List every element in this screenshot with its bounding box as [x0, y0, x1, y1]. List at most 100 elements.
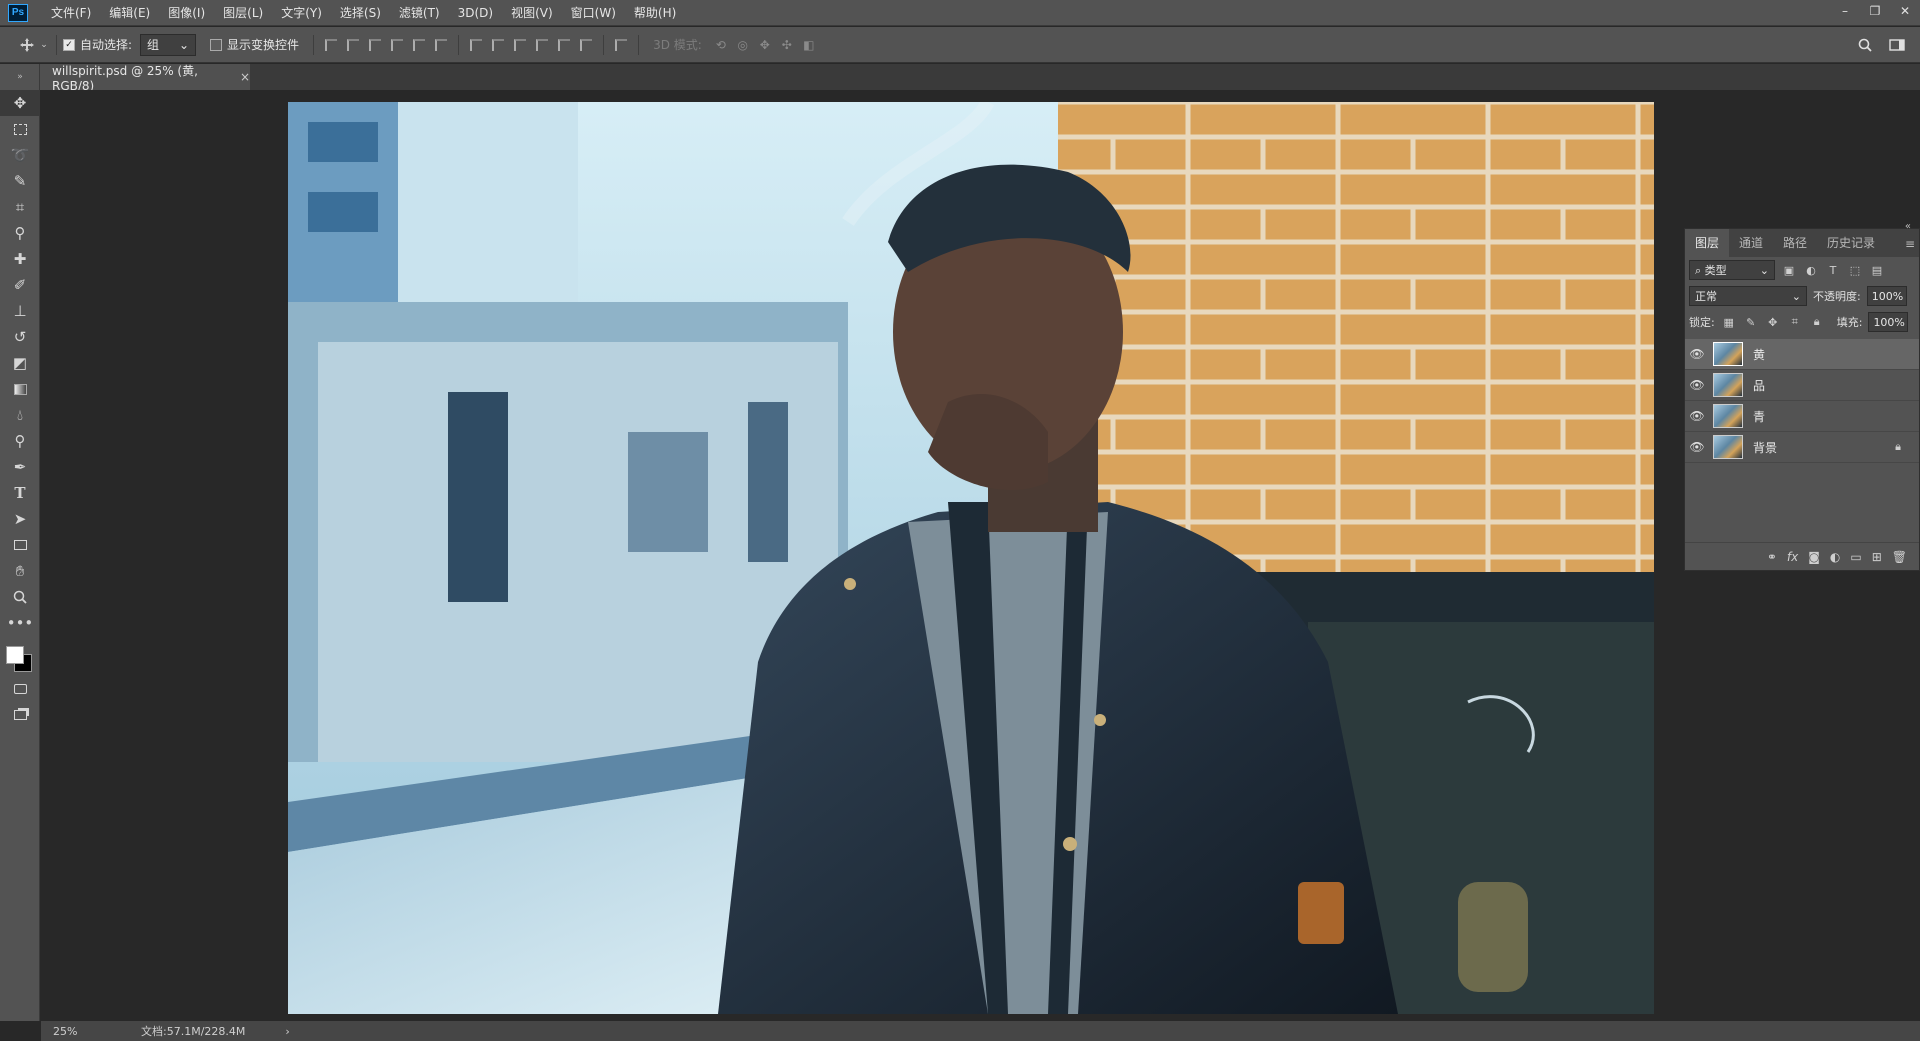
new-group-icon[interactable]: ▭ — [1850, 550, 1861, 564]
lock-image-icon[interactable]: ✎ — [1743, 314, 1759, 330]
marquee-tool-icon[interactable] — [0, 116, 40, 142]
distribute-bottom-icon[interactable] — [509, 34, 531, 56]
eraser-tool-icon[interactable]: ◩ — [0, 350, 40, 376]
zoom-tool-icon[interactable] — [0, 584, 40, 610]
auto-select-dropdown[interactable]: 组 ⌄ — [140, 33, 197, 56]
tab-channels[interactable]: 通道 — [1729, 229, 1773, 257]
move-tool-preset-icon[interactable] — [16, 34, 38, 56]
tab-layers[interactable]: 图层 — [1685, 229, 1730, 257]
document-image[interactable] — [288, 102, 1654, 1014]
menu-file[interactable]: 文件(F) — [42, 0, 100, 26]
color-swatches[interactable] — [0, 636, 40, 676]
opacity-field[interactable]: 100% — [1866, 286, 1907, 306]
filter-smart-object-icon[interactable]: ▤ — [1869, 262, 1885, 278]
pen-tool-icon[interactable]: ✒ — [0, 454, 40, 480]
filter-pixel-icon[interactable]: ▣ — [1781, 262, 1797, 278]
menu-select[interactable]: 选择(S) — [331, 0, 390, 26]
workspace-icon[interactable] — [1886, 34, 1908, 56]
filter-type-icon[interactable]: T — [1825, 262, 1841, 278]
healing-brush-tool-icon[interactable]: ✚ — [0, 246, 40, 272]
lock-all-icon[interactable]: 🔒︎ — [1809, 314, 1825, 330]
distribute-top-icon[interactable] — [465, 34, 487, 56]
new-layer-icon[interactable]: ⊞ — [1872, 550, 1882, 564]
filter-shape-icon[interactable]: ⬚ — [1847, 262, 1863, 278]
dodge-tool-icon[interactable]: ⚲ — [0, 428, 40, 454]
menu-edit[interactable]: 编辑(E) — [100, 0, 159, 26]
foreground-color-swatch[interactable] — [6, 646, 24, 664]
auto-select-checkbox[interactable]: ✓ — [63, 38, 75, 51]
layer-style-fx-icon[interactable]: fx — [1787, 550, 1798, 564]
link-layers-icon[interactable]: ⚭ — [1767, 550, 1777, 564]
quick-mask-icon[interactable] — [0, 676, 40, 702]
blend-mode-dropdown[interactable]: 正常 ⌄ — [1689, 286, 1807, 306]
crop-tool-icon[interactable]: ⌗ — [0, 194, 40, 220]
distribute-vcenter-icon[interactable] — [487, 34, 509, 56]
status-menu-arrow[interactable]: › — [285, 1025, 289, 1038]
auto-align-icon[interactable] — [610, 34, 632, 56]
hand-tool-icon[interactable]: ✋︎ — [0, 558, 40, 584]
chevron-down-icon[interactable]: ⌄ — [38, 34, 50, 56]
fill-field[interactable]: 100% — [1868, 312, 1909, 332]
menu-3d[interactable]: 3D(D) — [449, 0, 502, 26]
tab-paths[interactable]: 路径 — [1773, 229, 1817, 257]
zoom-level[interactable]: 25% — [41, 1025, 111, 1038]
tab-history[interactable]: 历史记录 — [1817, 229, 1885, 257]
collapse-panel-icon[interactable]: « — [1905, 221, 1911, 232]
distribute-hcenter-icon[interactable] — [553, 34, 575, 56]
visibility-eye-icon[interactable]: 👁︎ — [1685, 378, 1709, 392]
layer-row-magenta[interactable]: 👁︎ 品 — [1685, 370, 1919, 401]
search-icon[interactable] — [1854, 34, 1876, 56]
close-window-button[interactable]: ✕ — [1890, 0, 1920, 22]
clone-stamp-tool-icon[interactable]: ⊥ — [0, 298, 40, 324]
layer-row-yellow[interactable]: 👁︎ 黄 — [1685, 339, 1919, 370]
align-left-icon[interactable] — [386, 34, 408, 56]
restore-button[interactable]: ❐ — [1860, 0, 1890, 22]
quick-selection-tool-icon[interactable]: ✎ — [0, 168, 40, 194]
menu-layer[interactable]: 图层(L) — [214, 0, 272, 26]
panel-menu-icon[interactable]: ≡ — [1905, 237, 1915, 251]
canvas-area[interactable] — [41, 90, 1920, 1021]
adjustment-layer-icon[interactable]: ◐ — [1830, 550, 1840, 564]
minimize-button[interactable]: – — [1830, 0, 1860, 22]
align-right-icon[interactable] — [430, 34, 452, 56]
menu-type[interactable]: 文字(Y) — [272, 0, 331, 26]
close-tab-icon[interactable]: × — [240, 70, 250, 84]
menu-image[interactable]: 图像(I) — [159, 0, 214, 26]
layer-row-background[interactable]: 👁︎ 背景 🔒︎ — [1685, 432, 1919, 463]
type-tool-icon[interactable]: T — [0, 480, 40, 506]
menu-filter[interactable]: 滤镜(T) — [390, 0, 449, 26]
align-bottom-icon[interactable] — [364, 34, 386, 56]
visibility-eye-icon[interactable]: 👁︎ — [1685, 347, 1709, 361]
filter-adjustment-icon[interactable]: ◐ — [1803, 262, 1819, 278]
layer-filter-dropdown[interactable]: ⌕ 类型 ⌄ — [1689, 260, 1775, 280]
lock-transparent-icon[interactable]: ▦ — [1721, 314, 1737, 330]
menu-help[interactable]: 帮助(H) — [625, 0, 685, 26]
menu-view[interactable]: 视图(V) — [502, 0, 562, 26]
blur-tool-icon[interactable]: 💧︎ — [0, 402, 40, 428]
lasso-tool-icon[interactable]: ➰ — [0, 142, 40, 168]
align-top-icon[interactable] — [320, 34, 342, 56]
rectangle-tool-icon[interactable] — [0, 532, 40, 558]
menu-window[interactable]: 窗口(W) — [562, 0, 625, 26]
add-mask-icon[interactable]: ◙ — [1808, 550, 1820, 564]
screen-mode-icon[interactable] — [0, 702, 40, 728]
lock-position-icon[interactable]: ✥ — [1765, 314, 1781, 330]
path-selection-tool-icon[interactable]: ➤ — [0, 506, 40, 532]
visibility-eye-icon[interactable]: 👁︎ — [1685, 409, 1709, 423]
gradient-tool-icon[interactable] — [0, 376, 40, 402]
move-tool-icon[interactable]: ✥ — [0, 90, 40, 116]
visibility-eye-icon[interactable]: 👁︎ — [1685, 440, 1709, 454]
align-hcenter-icon[interactable] — [408, 34, 430, 56]
layer-row-cyan[interactable]: 👁︎ 青 — [1685, 401, 1919, 432]
history-brush-tool-icon[interactable]: ↺ — [0, 324, 40, 350]
collapse-toolbar-icon[interactable]: » — [0, 64, 39, 90]
document-tab[interactable]: willspirit.psd @ 25% (黄, RGB/8) × — [40, 64, 250, 93]
delete-layer-icon[interactable]: 🗑︎ — [1892, 550, 1907, 564]
brush-tool-icon[interactable]: ✐ — [0, 272, 40, 298]
lock-artboard-icon[interactable]: ⌗ — [1787, 314, 1803, 330]
distribute-left-icon[interactable] — [531, 34, 553, 56]
show-transform-checkbox[interactable] — [210, 38, 223, 51]
eyedropper-tool-icon[interactable]: ⚲ — [0, 220, 40, 246]
align-vcenter-icon[interactable] — [342, 34, 364, 56]
distribute-right-icon[interactable] — [575, 34, 597, 56]
